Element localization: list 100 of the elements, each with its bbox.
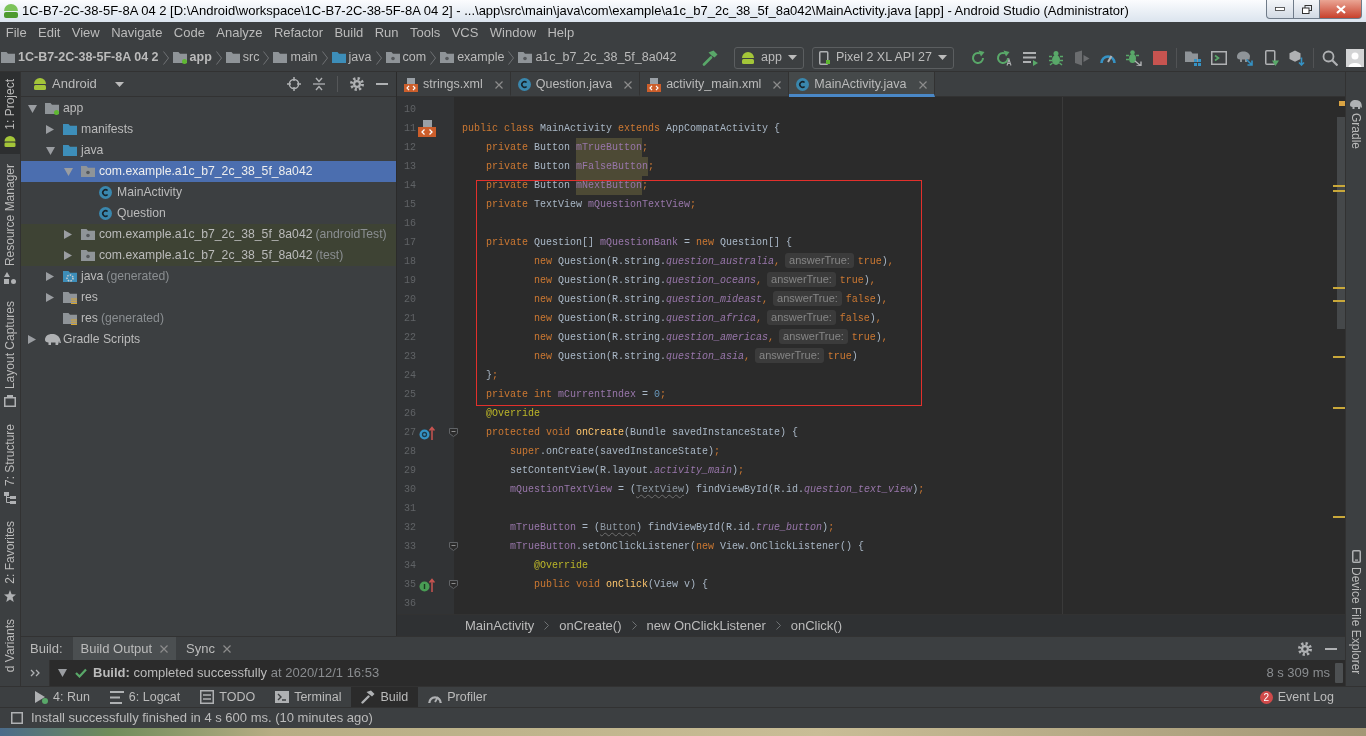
editor-tab[interactable]: MainActivity.java [789, 72, 935, 97]
view-dropdown[interactable]: Android [33, 76, 124, 92]
event-log-button[interactable]: 2 Event Log [1249, 687, 1344, 707]
breadcrumb-item[interactable]: src [224, 50, 261, 65]
restore-button[interactable] [1294, 0, 1320, 19]
tool-window-button[interactable]: 6: Logcat [99, 687, 191, 707]
caret-right-icon[interactable] [28, 335, 36, 344]
tree-item[interactable]: com.example.a1c_b7_2c_38_5f_8a042 [21, 161, 396, 182]
caret-right-icon[interactable] [46, 293, 54, 302]
menu-item[interactable]: Navigate [105, 22, 169, 44]
tree-item[interactable]: com.example.a1c_b7_2c_38_5f_8a042 (androidTest) [21, 224, 396, 245]
circular-arrow-icon[interactable] [996, 49, 1012, 66]
crosshair-icon[interactable] [287, 77, 301, 91]
menu-item[interactable]: View [66, 22, 106, 44]
elephant-arrow-icon[interactable] [1237, 49, 1253, 66]
search-icon[interactable] [1322, 49, 1338, 66]
caret-right-icon[interactable] [64, 251, 72, 260]
tool-window-button[interactable]: Build [351, 687, 419, 707]
breadcrumb-item[interactable]: com [384, 50, 428, 65]
tool-window-tab[interactable]: Gradle [1346, 94, 1366, 156]
breadcrumb-item[interactable]: onClick() [790, 617, 842, 634]
collapse-icon[interactable] [313, 77, 325, 91]
close-button[interactable] [1320, 0, 1362, 19]
menu-item[interactable]: Help [541, 22, 580, 44]
close-icon[interactable] [624, 80, 633, 89]
bug-arrow-icon[interactable] [1126, 49, 1142, 66]
tree-item[interactable]: res (generated) [21, 308, 396, 329]
breadcrumb-item[interactable]: new OnClickListener [646, 617, 766, 634]
bug-icon[interactable] [1048, 49, 1064, 66]
stop-icon[interactable] [1152, 49, 1168, 66]
menu-item[interactable]: Tools [404, 22, 446, 44]
minimize-button[interactable] [1266, 0, 1294, 19]
breadcrumb-item[interactable]: app [171, 50, 213, 65]
phone-icon[interactable] [1263, 49, 1279, 66]
circular-arrow-icon[interactable] [970, 49, 986, 66]
tool-window-tab[interactable]: Device File Explorer [1346, 543, 1366, 680]
tree-item[interactable]: java (generated) [21, 266, 396, 287]
menu-item[interactable]: Run [369, 22, 405, 44]
gear-icon[interactable] [350, 77, 364, 91]
close-icon[interactable] [223, 644, 231, 653]
menu-item[interactable]: Window [484, 22, 542, 44]
menu-item[interactable]: Edit [32, 22, 67, 44]
caret-down-icon[interactable] [46, 146, 55, 155]
caret-right-icon[interactable] [46, 272, 54, 281]
close-icon[interactable] [160, 644, 169, 653]
tool-window-button[interactable]: 4: Run [24, 687, 100, 707]
shield-icon[interactable] [1074, 49, 1090, 66]
tool-window-button[interactable]: TODO [190, 687, 266, 707]
close-icon[interactable] [918, 80, 927, 89]
fold-icon[interactable] [449, 542, 458, 551]
folder-grid-icon[interactable] [1185, 49, 1201, 66]
circle-arrow-icon[interactable] [419, 577, 435, 592]
tree-item[interactable]: Gradle Scripts [21, 329, 396, 350]
tool-window-tab[interactable]: d Variants [0, 611, 20, 679]
tool-window-tab[interactable]: 7: Structure [0, 416, 20, 511]
run-config-dropdown[interactable]: app [734, 46, 804, 69]
cube-icon[interactable] [1289, 49, 1305, 66]
panel-tab[interactable]: Build Output [72, 637, 177, 660]
hammer-icon[interactable] [702, 49, 718, 66]
tree-item[interactable]: app [21, 98, 396, 119]
close-icon[interactable] [773, 80, 782, 89]
menu-item[interactable]: Refactor [268, 22, 329, 44]
tool-window-tab[interactable]: Resource Manager [0, 156, 20, 291]
avatar-icon[interactable] [1346, 48, 1364, 67]
breadcrumb-item[interactable]: example [439, 50, 506, 65]
gear-icon[interactable] [1298, 641, 1312, 656]
caret-down-icon[interactable] [28, 104, 37, 113]
tool-window-button[interactable]: Terminal [265, 687, 352, 707]
device-dropdown[interactable]: Pixel 2 XL API 27 [811, 46, 954, 69]
layout-file-icon[interactable] [418, 120, 436, 137]
tool-window-button[interactable]: Profiler [418, 687, 497, 707]
tool-window-tab[interactable]: Layout Captures [0, 293, 20, 414]
circle-arrow-icon[interactable] [419, 425, 435, 440]
tree-item[interactable]: manifests [21, 119, 396, 140]
panel-tab[interactable]: Sync [178, 637, 239, 660]
tree-item[interactable]: com.example.a1c_b7_2c_38_5f_8a042 (test) [21, 245, 396, 266]
caret-right-icon[interactable] [64, 230, 72, 239]
menu-item[interactable]: Code [168, 22, 211, 44]
double-chevron-icon[interactable] [30, 669, 40, 677]
minimize-icon[interactable] [1325, 647, 1337, 650]
panel-icon[interactable] [11, 712, 23, 724]
menu-item[interactable]: File [0, 22, 33, 44]
tree-item[interactable]: Question [21, 203, 396, 224]
breadcrumb-item[interactable]: java [330, 50, 373, 65]
tree-item[interactable]: MainActivity [21, 182, 396, 203]
breadcrumb-item[interactable]: onCreate() [559, 617, 622, 634]
tree-item[interactable]: java [21, 140, 396, 161]
breadcrumb-item[interactable]: 1C-B7-2C-38-5F-8A 04 2 [0, 50, 160, 65]
caret-down-icon[interactable] [58, 669, 67, 677]
close-icon[interactable] [494, 80, 503, 89]
screen-icon[interactable] [1211, 49, 1227, 66]
breadcrumb-item[interactable]: a1c_b7_2c_38_5f_8a042 [517, 50, 678, 65]
caret-right-icon[interactable] [46, 125, 54, 134]
list-lines-icon[interactable] [1022, 49, 1038, 66]
fold-icon[interactable] [449, 428, 458, 437]
fold-icon[interactable] [449, 580, 458, 589]
menu-item[interactable]: Build [328, 22, 369, 44]
tool-window-tab[interactable]: 1: Project [0, 72, 20, 154]
tree-item[interactable]: res [21, 287, 396, 308]
tool-window-tab[interactable]: 2: Favorites [0, 513, 20, 609]
